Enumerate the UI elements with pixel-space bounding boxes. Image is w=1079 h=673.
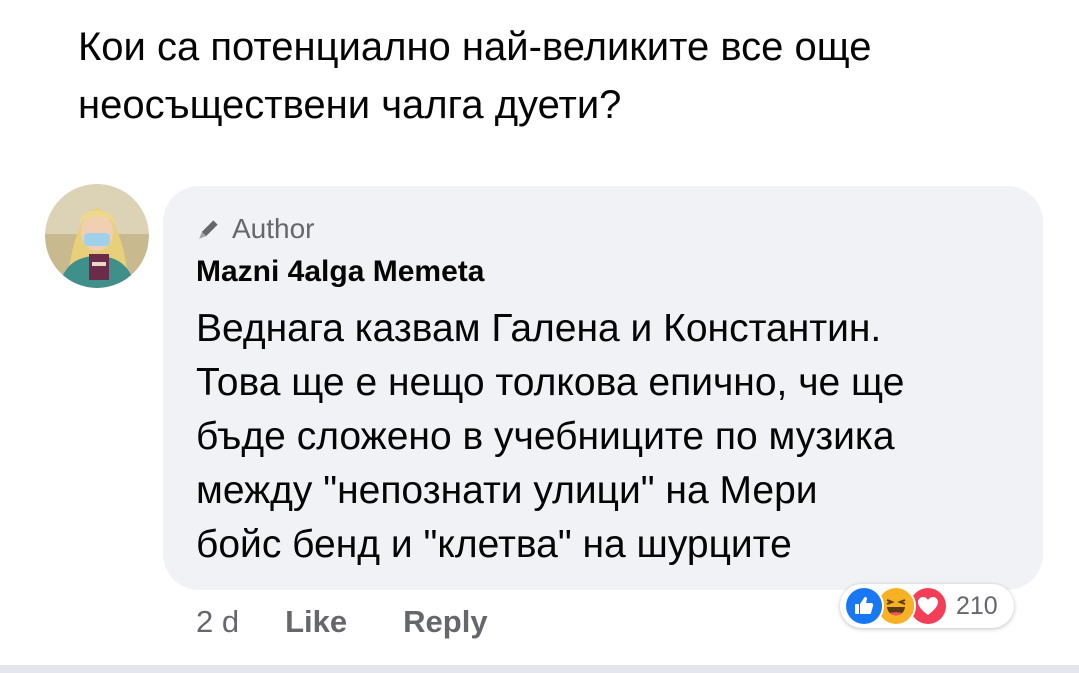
comment-actions: 2 d Like Reply bbox=[196, 600, 544, 644]
like-icon bbox=[844, 586, 884, 626]
comment-timestamp[interactable]: 2 d bbox=[196, 604, 239, 640]
author-avatar[interactable] bbox=[45, 184, 149, 288]
comment-line: Това ще е нещо толкова епично, че ще bbox=[196, 361, 905, 404]
post-text: Кои са потенциално най-великите все още … bbox=[78, 25, 872, 127]
comment-text: Веднага казвам Галена и Константин. Това… bbox=[196, 302, 1026, 572]
reaction-count: 210 bbox=[956, 591, 998, 620]
comment-author-name[interactable]: Mazni 4algа Memeta bbox=[196, 252, 484, 292]
comment-line: Веднага казвам Галена и Константин. bbox=[196, 307, 882, 350]
comment-line: бъде сложено в учебниците по музика bbox=[196, 415, 895, 458]
reply-button[interactable]: Reply bbox=[403, 604, 487, 640]
comment-line: между "непознати улици" на Мери bbox=[196, 469, 818, 512]
section-divider bbox=[0, 665, 1079, 673]
pencil-icon bbox=[199, 220, 218, 239]
reaction-summary[interactable]: 210 bbox=[840, 584, 1014, 628]
comment-line: бойс бенд и "клетва" на шурците bbox=[196, 523, 792, 566]
author-badge: Author bbox=[196, 212, 315, 246]
author-badge-label: Author bbox=[232, 213, 315, 244]
like-button[interactable]: Like bbox=[285, 604, 347, 640]
